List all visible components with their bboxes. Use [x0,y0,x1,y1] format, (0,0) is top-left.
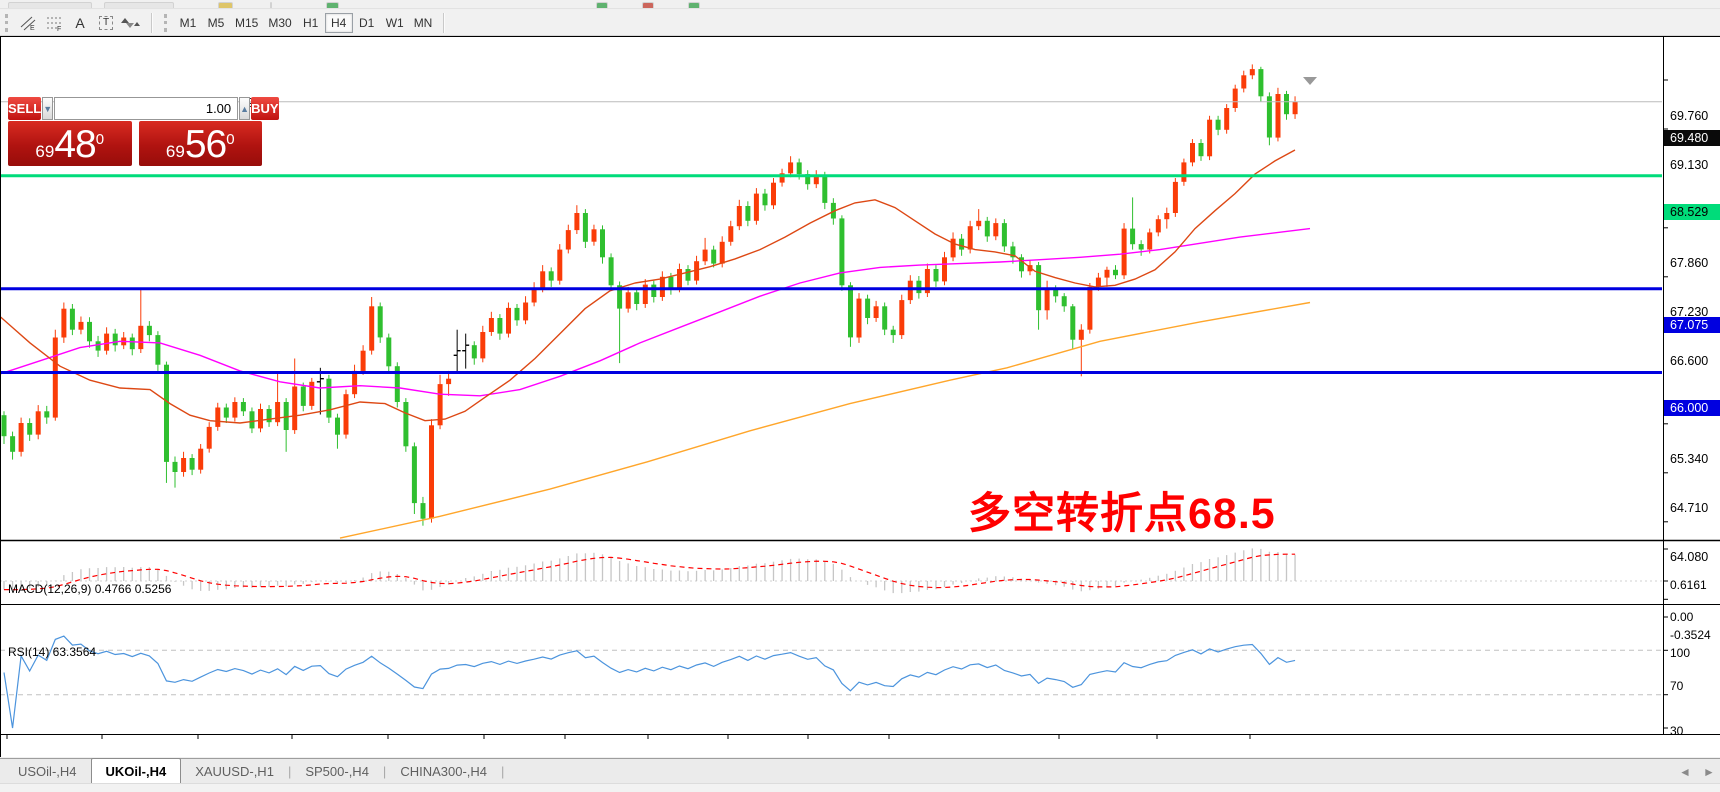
price-tick-label: 69.130 [1670,158,1720,173]
rsi-tick-label: 100 [1670,646,1720,660]
svg-text:F: F [57,26,61,31]
one-click-trading-panel: SELL ▼ ▲ BUY 69480 69560 [8,97,262,166]
drawing-tools-group: E F AT [15,12,145,34]
chart-window: ▲UKOil-,H4 69.380 69.500 69.360 69.480 S… [0,36,1720,757]
price-tick-label: 69.760 [1670,109,1720,124]
macd-tick-label: 0.6161 [1670,578,1720,592]
rsi-pane [0,636,1663,728]
sell-price-display[interactable]: 69480 [8,121,132,166]
current-price-badge: 69.480 [1664,130,1720,146]
timeframe-button-m30[interactable]: M30 [263,13,296,33]
buy-button[interactable]: BUY [251,97,278,120]
timeframe-button-w1[interactable]: W1 [381,13,409,33]
chart-tab-china300-h4[interactable]: CHINA300-,H4 [386,759,501,783]
toolbar-separator [443,13,445,33]
chart-tab-bar: USOil-,H4UKOil-,H4XAUUSD-,H1|SP500-,H4|C… [0,758,1720,783]
chart-shift-marker-icon [1303,77,1317,85]
rsi-label: RSI(14) 63.3564 [8,645,96,659]
buy-price-sup: 0 [226,123,234,157]
line-studies-toolbar: E F AT M1M5M15M30H1H4D1W1MN [0,10,1720,36]
partial-toolbar-icon [104,2,174,9]
equidistant-channel-icon[interactable]: E [15,12,41,34]
macd-tick-label: 0.00 [1670,610,1720,624]
mt4-terminal: E F AT M1M5M15M30H1H4D1W1MN ▲ UKOil-,H4 69.… [0,0,1720,792]
text-label-icon[interactable]: T [93,12,119,34]
timeframe-button-m5[interactable]: M5 [202,13,230,33]
blue-level-badge-2: 66.000 [1664,400,1720,416]
buy-price-head: 69 [166,141,185,163]
chart-tab-sp500-h4[interactable]: SP500-,H4 [291,759,383,783]
price-tick-label: 64.710 [1670,501,1720,516]
chart-tab-ukoil-h4[interactable]: UKOil-,H4 [91,758,182,783]
sell-price-sup: 0 [96,123,104,157]
svg-text:E: E [30,25,35,31]
buy-price-main: 56 [185,127,226,163]
partial-toolbar-icon [688,2,700,9]
macd-label: MACD(12,26,9) 0.4766 0.5256 [8,582,171,596]
blue-level-badge-1: 67.075 [1664,317,1720,333]
macd-tick-label: -0.3524 [1670,628,1720,642]
status-strip [0,783,1720,792]
timeframe-button-m15[interactable]: M15 [230,13,263,33]
volume-input[interactable] [54,97,238,120]
sell-price-head: 69 [35,141,54,163]
toolbar-grip-icon [164,14,171,32]
rsi-tick-label: 70 [1670,679,1720,693]
timeframe-button-m1[interactable]: M1 [174,13,202,33]
toolbar-separator [151,13,153,33]
arrows-icon[interactable] [119,12,145,34]
text-icon[interactable]: A [67,12,93,34]
buy-price-display[interactable]: 69560 [139,121,263,166]
chart-tab-xauusd-h1[interactable]: XAUUSD-,H1 [181,759,288,783]
chart-annotation-text: 多空转折点68.5 [968,479,1276,541]
timeframe-button-d1[interactable]: D1 [353,13,381,33]
ma-mid-magenta [0,229,1310,396]
tab-separator: | [501,759,504,783]
price-tick-label: 67.860 [1670,256,1720,271]
timeframe-button-mn[interactable]: MN [409,13,438,33]
toolbar-grip-icon [5,14,12,32]
partial-toolbar-icon [596,2,608,9]
macd-pane [0,548,1663,593]
timeframe-button-h4[interactable]: H4 [325,13,353,33]
green-level-badge: 68.529 [1664,204,1720,220]
sell-price-main: 48 [54,127,95,163]
rsi-tick-label: 30 [1670,724,1720,738]
macd-signal-line [4,554,1295,590]
partial-toolbar-icon [270,2,272,9]
volume-decrease-button[interactable]: ▼ [42,97,53,120]
chart-tab-usoil-h4[interactable]: USOil-,H4 [4,759,91,783]
tab-scroll-right-button[interactable]: ► [1703,765,1715,779]
partial-toolbar-icon [8,2,92,9]
partial-toolbar-icon [642,2,654,9]
timeframes-group: M1M5M15M30H1H4D1W1MN [174,13,437,33]
toolbar-row-partial [0,0,1720,9]
partial-toolbar-icon [326,2,339,9]
price-tick-label: 66.600 [1670,354,1720,369]
fibonacci-icon[interactable]: F [41,12,67,34]
tab-scroll-left-button[interactable]: ◄ [1679,765,1691,779]
price-tick-label: 64.080 [1670,550,1720,565]
sell-button[interactable]: SELL [8,97,41,120]
partial-toolbar-icon [218,2,233,9]
volume-increase-button[interactable]: ▲ [239,97,250,120]
price-tick-label: 65.340 [1670,452,1720,467]
timeframe-button-h1[interactable]: H1 [297,13,325,33]
